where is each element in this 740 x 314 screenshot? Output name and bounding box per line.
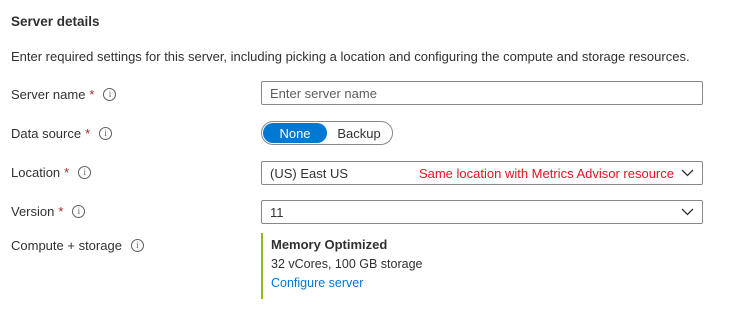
location-label: Location * i [11, 165, 92, 180]
server-name-label-text: Server name [11, 87, 86, 102]
chevron-down-icon [680, 166, 694, 180]
location-dropdown[interactable]: (US) East US Same location with Metrics … [261, 161, 703, 185]
version-value: 11 [270, 204, 284, 220]
compute-tier: Memory Optimized [271, 237, 388, 252]
compute-storage-label-text: Compute + storage [11, 238, 122, 253]
info-icon[interactable]: i [103, 88, 117, 101]
required-star: * [64, 165, 70, 180]
location-value: (US) East US [270, 165, 349, 181]
data-source-option-none[interactable]: None [263, 123, 327, 143]
location-label-text: Location [11, 165, 61, 180]
section-description: Enter required settings for this server,… [11, 49, 690, 64]
compute-detail: 32 vCores, 100 GB storage [271, 257, 423, 271]
required-star: * [58, 204, 64, 219]
chevron-down-icon [680, 205, 694, 219]
info-icon[interactable]: i [78, 166, 92, 179]
info-icon[interactable]: i [72, 205, 86, 218]
info-icon[interactable]: i [130, 239, 144, 252]
configure-server-link[interactable]: Configure server [271, 276, 363, 290]
required-star: * [85, 126, 91, 141]
version-label: Version * i [11, 204, 86, 219]
data-source-option-backup[interactable]: Backup [327, 123, 391, 143]
data-source-toggle: None Backup [261, 121, 393, 145]
server-name-input[interactable] [261, 81, 703, 105]
compute-storage-summary: Memory Optimized 32 vCores, 100 GB stora… [261, 233, 422, 299]
version-dropdown[interactable]: 11 [261, 200, 703, 224]
data-source-label: Data source * i [11, 126, 113, 141]
compute-storage-label: Compute + storage i [11, 238, 144, 253]
data-source-label-text: Data source [11, 126, 82, 141]
section-title: Server details [11, 14, 100, 29]
info-icon[interactable]: i [99, 127, 113, 140]
location-annotation: Same location with Metrics Advisor resou… [418, 165, 674, 181]
version-label-text: Version [11, 204, 55, 219]
required-star: * [89, 87, 95, 102]
server-name-label: Server name * i [11, 87, 117, 102]
